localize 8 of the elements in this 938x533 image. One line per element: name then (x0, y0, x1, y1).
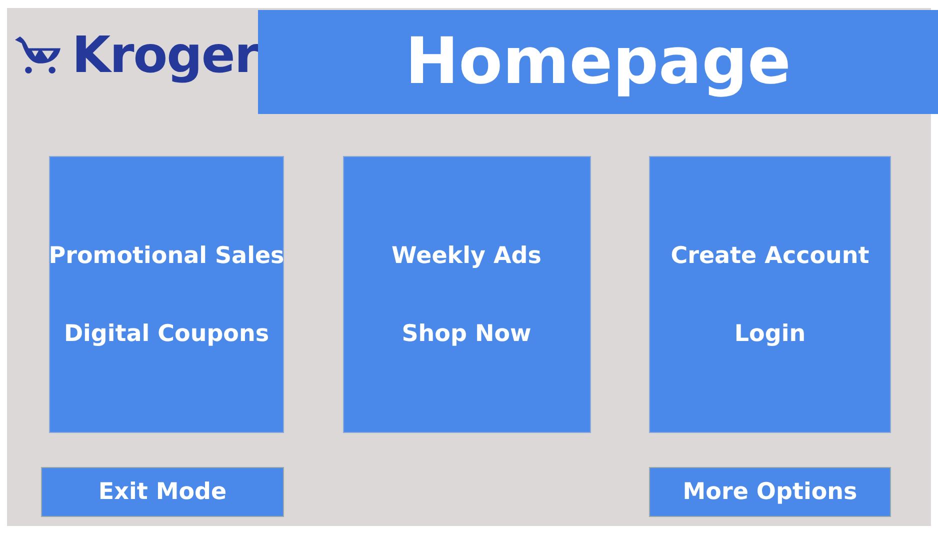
menu-link[interactable]: Create Account (670, 240, 870, 270)
action-button[interactable]: More Options (649, 467, 891, 517)
menu-link[interactable]: Digital Coupons (64, 318, 270, 348)
action-button[interactable]: Exit Mode (41, 467, 284, 517)
menu-link[interactable]: Promotional Sales (48, 240, 284, 270)
menu-link[interactable]: Weekly Ads (392, 240, 542, 270)
menu-link[interactable]: Login (734, 318, 806, 348)
menu-link[interactable]: Shop Now (402, 318, 532, 348)
